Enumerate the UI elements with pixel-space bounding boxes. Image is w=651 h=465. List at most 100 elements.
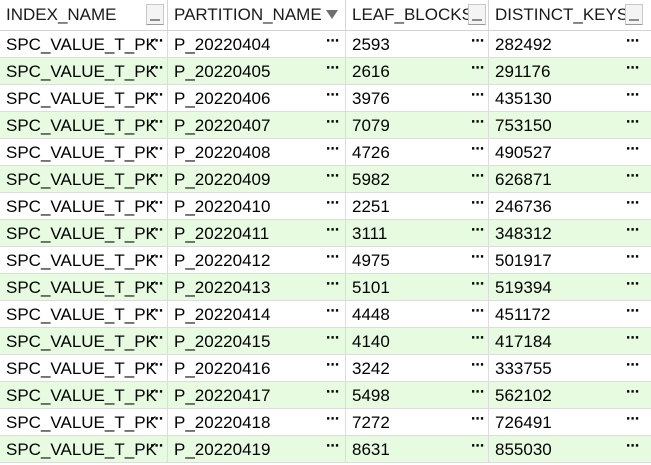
ellipsis-icon[interactable]: ⋯ (626, 193, 639, 219)
ellipsis-icon[interactable]: ⋯ (471, 112, 484, 138)
table-row[interactable]: SPC_VALUE_T_PK ⋯ P_20220409 ⋯ 5982 ⋯ 626871 ⋯ (0, 166, 651, 193)
cell-leaf-blocks[interactable]: 2593 (346, 31, 489, 57)
ellipsis-icon[interactable]: ⋯ (471, 436, 484, 462)
cell-index-name[interactable]: SPC_VALUE_T_PK (0, 166, 168, 192)
table-row[interactable]: SPC_VALUE_T_PK ⋯ P_20220406 ⋯ 3976 ⋯ 435130 ⋯ (0, 85, 651, 112)
cell-index-name[interactable]: SPC_VALUE_T_PK (0, 139, 168, 165)
ellipsis-icon[interactable]: ⋯ (326, 193, 339, 219)
ellipsis-icon[interactable]: ⋯ (150, 139, 163, 165)
ellipsis-icon[interactable]: ⋯ (150, 355, 163, 381)
cell-leaf-blocks[interactable]: 3111 (346, 220, 489, 246)
ellipsis-icon[interactable]: ⋯ (326, 436, 339, 462)
ellipsis-icon[interactable]: ⋯ (471, 328, 484, 354)
ellipsis-icon[interactable]: ⋯ (326, 166, 339, 192)
cell-partition-name[interactable]: P_20220409 (168, 166, 346, 192)
cell-partition-name[interactable]: P_20220412 (168, 247, 346, 273)
ellipsis-icon[interactable]: ⋯ (626, 301, 639, 327)
ellipsis-icon[interactable]: ⋯ (471, 382, 484, 408)
cell-index-name[interactable]: SPC_VALUE_T_PK (0, 274, 168, 300)
cell-partition-name[interactable]: P_20220419 (168, 436, 346, 462)
ellipsis-icon[interactable]: ⋯ (150, 58, 163, 84)
ellipsis-icon[interactable]: ⋯ (471, 220, 484, 246)
cell-index-name[interactable]: SPC_VALUE_T_PK (0, 58, 168, 84)
cell-leaf-blocks[interactable]: 5498 (346, 382, 489, 408)
cell-leaf-blocks[interactable]: 3242 (346, 355, 489, 381)
ellipsis-icon[interactable]: ⋯ (150, 436, 163, 462)
ellipsis-icon[interactable]: ⋯ (626, 409, 639, 435)
cell-index-name[interactable]: SPC_VALUE_T_PK (0, 247, 168, 273)
cell-index-name[interactable]: SPC_VALUE_T_PK (0, 382, 168, 408)
ellipsis-icon[interactable]: ⋯ (471, 58, 484, 84)
cell-partition-name[interactable]: P_20220404 (168, 31, 346, 57)
cell-index-name[interactable]: SPC_VALUE_T_PK (0, 112, 168, 138)
ellipsis-icon[interactable]: ⋯ (626, 274, 639, 300)
ellipsis-icon[interactable]: ⋯ (150, 166, 163, 192)
table-row[interactable]: SPC_VALUE_T_PK ⋯ P_20220418 ⋯ 7272 ⋯ 726491 ⋯ (0, 409, 651, 436)
cell-leaf-blocks[interactable]: 2616 (346, 58, 489, 84)
cell-index-name[interactable]: SPC_VALUE_T_PK (0, 220, 168, 246)
column-header-partition-name[interactable]: PARTITION_NAME (168, 0, 346, 30)
ellipsis-icon[interactable]: ⋯ (626, 355, 639, 381)
cell-leaf-blocks[interactable]: 5982 (346, 166, 489, 192)
ellipsis-icon[interactable]: ⋯ (326, 409, 339, 435)
ellipsis-icon[interactable]: ⋯ (326, 301, 339, 327)
cell-index-name[interactable]: SPC_VALUE_T_PK (0, 355, 168, 381)
cell-index-name[interactable]: SPC_VALUE_T_PK (0, 85, 168, 111)
cell-leaf-blocks[interactable]: 4975 (346, 247, 489, 273)
ellipsis-icon[interactable]: ⋯ (626, 85, 639, 111)
table-row[interactable]: SPC_VALUE_T_PK ⋯ P_20220404 ⋯ 2593 ⋯ 282492 ⋯ (0, 31, 651, 58)
cell-index-name[interactable]: SPC_VALUE_T_PK (0, 328, 168, 354)
ellipsis-icon[interactable]: ⋯ (150, 382, 163, 408)
ellipsis-icon[interactable]: ⋯ (326, 247, 339, 273)
cell-partition-name[interactable]: P_20220414 (168, 301, 346, 327)
ellipsis-icon[interactable]: ⋯ (471, 31, 484, 57)
cell-index-name[interactable]: SPC_VALUE_T_PK (0, 301, 168, 327)
ellipsis-icon[interactable]: ⋯ (471, 193, 484, 219)
column-header-distinct-keys[interactable]: DISTINCT_KEYS (489, 0, 651, 30)
table-row[interactable]: SPC_VALUE_T_PK ⋯ P_20220414 ⋯ 4448 ⋯ 451172 ⋯ (0, 301, 651, 328)
cell-index-name[interactable]: SPC_VALUE_T_PK (0, 193, 168, 219)
ellipsis-icon[interactable]: ⋯ (626, 382, 639, 408)
ellipsis-icon[interactable]: ⋯ (150, 247, 163, 273)
ellipsis-icon[interactable]: ⋯ (150, 112, 163, 138)
ellipsis-icon[interactable]: ⋯ (150, 31, 163, 57)
sort-down-icon[interactable] (326, 10, 338, 19)
ellipsis-icon[interactable]: ⋯ (471, 85, 484, 111)
ellipsis-icon[interactable]: ⋯ (471, 166, 484, 192)
ellipsis-icon[interactable]: ⋯ (326, 139, 339, 165)
table-row[interactable]: SPC_VALUE_T_PK ⋯ P_20220412 ⋯ 4975 ⋯ 501917 ⋯ (0, 247, 651, 274)
ellipsis-icon[interactable]: ⋯ (626, 58, 639, 84)
cell-leaf-blocks[interactable]: 3976 (346, 85, 489, 111)
cell-partition-name[interactable]: P_20220405 (168, 58, 346, 84)
ellipsis-icon[interactable]: ⋯ (326, 382, 339, 408)
ellipsis-icon[interactable]: ⋯ (150, 193, 163, 219)
table-row[interactable]: SPC_VALUE_T_PK ⋯ P_20220413 ⋯ 5101 ⋯ 519394 ⋯ (0, 274, 651, 301)
ellipsis-icon[interactable]: ⋯ (626, 247, 639, 273)
ellipsis-icon[interactable]: ⋯ (326, 31, 339, 57)
ellipsis-icon[interactable]: ⋯ (471, 301, 484, 327)
ellipsis-icon[interactable]: ⋯ (150, 328, 163, 354)
ellipsis-icon[interactable]: ⋯ (471, 274, 484, 300)
cell-partition-name[interactable]: P_20220417 (168, 382, 346, 408)
cell-partition-name[interactable]: P_20220410 (168, 193, 346, 219)
cell-leaf-blocks[interactable]: 7079 (346, 112, 489, 138)
cell-partition-name[interactable]: P_20220415 (168, 328, 346, 354)
cell-leaf-blocks[interactable]: 7272 (346, 409, 489, 435)
table-row[interactable]: SPC_VALUE_T_PK ⋯ P_20220407 ⋯ 7079 ⋯ 753150 ⋯ (0, 112, 651, 139)
ellipsis-icon[interactable]: ⋯ (326, 58, 339, 84)
cell-partition-name[interactable]: P_20220406 (168, 85, 346, 111)
ellipsis-icon[interactable]: ⋯ (150, 274, 163, 300)
column-header-index-name[interactable]: INDEX_NAME (0, 0, 168, 30)
ellipsis-icon[interactable]: ⋯ (326, 85, 339, 111)
ellipsis-icon[interactable]: ⋯ (626, 166, 639, 192)
table-row[interactable]: SPC_VALUE_T_PK ⋯ P_20220416 ⋯ 3242 ⋯ 333755 ⋯ (0, 355, 651, 382)
cell-index-name[interactable]: SPC_VALUE_T_PK (0, 31, 168, 57)
cell-partition-name[interactable]: P_20220407 (168, 112, 346, 138)
ellipsis-icon[interactable]: ⋯ (150, 85, 163, 111)
table-row[interactable]: SPC_VALUE_T_PK ⋯ P_20220410 ⋯ 2251 ⋯ 246736 ⋯ (0, 193, 651, 220)
ellipsis-icon[interactable]: ⋯ (471, 247, 484, 273)
ellipsis-icon[interactable]: ⋯ (626, 139, 639, 165)
cell-index-name[interactable]: SPC_VALUE_T_PK (0, 436, 168, 462)
ellipsis-icon[interactable]: ⋯ (150, 220, 163, 246)
column-menu-icon[interactable] (625, 4, 643, 25)
